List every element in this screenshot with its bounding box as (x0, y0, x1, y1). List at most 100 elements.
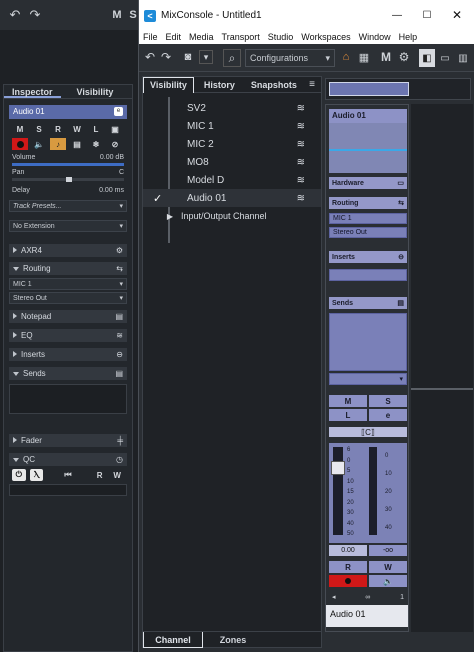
qc-read-button[interactable]: R (93, 469, 107, 481)
track-presets-field[interactable]: Track Presets... ▾ (9, 200, 127, 212)
monitor-icon[interactable]: 🔈 (31, 138, 47, 150)
bypass-icon[interactable]: ⊖ (116, 350, 123, 359)
section-sends[interactable]: Sends ▤ (329, 297, 407, 309)
fader-handle[interactable] (331, 461, 345, 475)
read-button[interactable]: R (329, 561, 367, 573)
project-m-button[interactable]: M (110, 8, 124, 22)
pan-slider[interactable] (12, 177, 124, 182)
qc-prev-icon[interactable]: ⏮ (61, 469, 75, 481)
menu-workspaces[interactable]: Workspaces (301, 32, 350, 42)
visibility-check[interactable]: ✓ (143, 192, 187, 205)
routing-output-field[interactable]: Stereo Out ▾ (9, 292, 127, 304)
meter-peak-value[interactable]: -oo (369, 545, 407, 556)
rack-divider[interactable] (411, 388, 473, 390)
edit-icon[interactable]: e (114, 107, 123, 116)
delay-row[interactable]: Delay 0.00 ms (12, 187, 124, 194)
section-eq[interactable]: EQ ≋ (9, 329, 127, 342)
solo-button[interactable]: S (31, 123, 47, 135)
section-sends[interactable]: Sends ▤ (9, 367, 127, 380)
menu-icon[interactable]: ≡ (303, 77, 321, 93)
search-icon[interactable]: ⌕ (223, 49, 241, 67)
pan-row[interactable]: Pan C (12, 169, 124, 176)
close-icon[interactable]: ✕ (449, 8, 465, 22)
strip-name-bottom[interactable]: Audio 01 (326, 605, 408, 627)
tab-snapshots[interactable]: Snapshots (245, 77, 303, 93)
mute-button[interactable]: M (329, 395, 367, 407)
section-routing[interactable]: Routing ⇆ (329, 197, 407, 209)
maximize-icon[interactable]: ☐ (419, 8, 435, 22)
section-axr4[interactable]: AXR4 ⚙ (9, 244, 127, 257)
section-inserts[interactable]: Inserts ⊖ (9, 348, 127, 361)
menu-window[interactable]: Window (359, 32, 391, 42)
tab-visibility[interactable]: Visibility (69, 85, 122, 98)
redo-icon[interactable]: ↷ (159, 50, 173, 64)
list-item[interactable]: ▶ Input/Output Channel (143, 207, 321, 225)
toolbar-m-button[interactable]: M (379, 50, 393, 64)
mute-button[interactable]: M (12, 123, 28, 135)
freeze-icon[interactable]: ❄ (88, 138, 104, 150)
tab-zones[interactable]: Zones (203, 632, 263, 648)
bypass-icon[interactable]: ⊘ (107, 138, 123, 150)
section-notepad[interactable]: Notepad ▤ (9, 310, 127, 323)
tab-inspector[interactable]: Inspector (4, 85, 61, 98)
section-hardware[interactable]: Hardware ▭ (329, 177, 407, 189)
bypass-icon[interactable]: ⊖ (398, 253, 404, 261)
list-item[interactable]: MIC 2 ≋ (143, 135, 321, 153)
channel-overview[interactable] (325, 78, 471, 100)
routing-input-field[interactable]: MIC 1 ▾ (9, 278, 127, 290)
list-item[interactable]: MIC 1 ≋ (143, 117, 321, 135)
tab-visibility[interactable]: Visibility (143, 76, 194, 93)
insert-slot[interactable] (329, 269, 407, 281)
solo-button[interactable]: S (369, 395, 407, 407)
home-icon[interactable]: ⌂ (339, 50, 353, 64)
expand-icon[interactable]: ▶ (143, 212, 181, 221)
routing-input-field[interactable]: MIC 1 (329, 213, 407, 224)
sends-scroll[interactable]: ▾ (329, 373, 407, 385)
menu-edit[interactable]: Edit (166, 32, 182, 42)
write-button[interactable]: W (369, 561, 407, 573)
redo-icon[interactable]: ↷ (28, 7, 42, 22)
record-enable-button[interactable] (12, 138, 28, 150)
qc-write-button[interactable]: W (110, 469, 124, 481)
monitor-icon[interactable]: 🔈 (369, 575, 407, 587)
menu-transport[interactable]: Transport (222, 32, 260, 42)
qc-link-icon[interactable]: Ⲗ (29, 469, 44, 481)
camera-icon[interactable]: ◙ (181, 50, 195, 64)
pan-control[interactable]: ⟦C⟧ (329, 427, 407, 437)
pan-handle[interactable] (65, 177, 72, 182)
edit-button[interactable]: e (369, 409, 407, 421)
section-inserts[interactable]: Inserts ⊖ (329, 251, 407, 263)
routing-output-field[interactable]: Stereo Out (329, 227, 407, 238)
edit-instrument-icon[interactable]: ▤ (69, 138, 85, 150)
list-item[interactable]: ✓ Audio 01 ≋ (143, 189, 321, 207)
tape-icon[interactable]: ▦ (357, 50, 371, 64)
minimize-icon[interactable]: — (389, 8, 405, 22)
qc-slot[interactable] (9, 484, 127, 496)
sends-slot[interactable] (9, 384, 127, 414)
strip-name-top[interactable]: Audio 01 (329, 109, 407, 123)
volume-row[interactable]: Volume 0.00 dB (12, 154, 124, 161)
gear-icon[interactable]: ⚙ (116, 246, 123, 255)
extension-field[interactable]: No Extension ▾ (9, 220, 127, 232)
list-item[interactable]: SV2 ≋ (143, 99, 321, 117)
overview-viewport[interactable] (329, 82, 409, 96)
menu-studio[interactable]: Studio (268, 32, 294, 42)
configurations-dropdown[interactable]: Configurations ▾ (245, 49, 335, 67)
write-button[interactable]: W (69, 123, 85, 135)
layout-icon[interactable]: ▥ (455, 49, 471, 67)
menu-media[interactable]: Media (189, 32, 214, 42)
section-routing[interactable]: Routing ⇆ (9, 262, 127, 275)
chevron-down-icon[interactable]: ▾ (199, 50, 213, 64)
menu-file[interactable]: File (143, 32, 158, 42)
qc-power-icon[interactable]: ⏻ (12, 469, 26, 481)
read-button[interactable]: R (50, 123, 66, 135)
fader-value[interactable]: 0.00 (329, 545, 367, 556)
undo-icon[interactable]: ↶ (143, 50, 157, 64)
record-enable-button[interactable] (329, 575, 367, 587)
tab-history[interactable]: History (198, 77, 241, 93)
gear-icon[interactable]: ⚙ (397, 50, 411, 64)
music-note-icon[interactable]: ♪ (50, 138, 66, 150)
track-name-header[interactable]: Audio 01 e (9, 105, 127, 119)
section-qc[interactable]: QC ◷ (9, 453, 127, 466)
right-zone-toggle-icon[interactable]: ▭ (437, 49, 453, 67)
